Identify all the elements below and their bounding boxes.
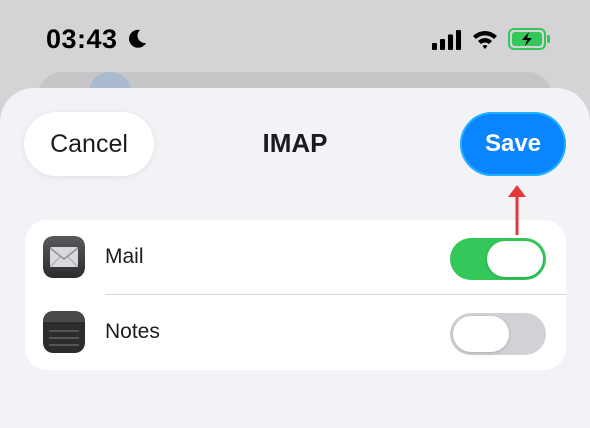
page-title: IMAP bbox=[262, 128, 328, 158]
save-button[interactable]: Save bbox=[460, 112, 566, 176]
notes-toggle-knob bbox=[453, 316, 509, 352]
mail-label: Mail bbox=[105, 245, 144, 268]
mail-app-icon bbox=[43, 236, 85, 278]
wifi-icon bbox=[473, 31, 497, 49]
notes-app-icon bbox=[43, 311, 85, 353]
list-item-notes: Notes bbox=[25, 295, 566, 370]
moon-icon bbox=[129, 29, 146, 48]
settings-list: Mail Notes bbox=[25, 220, 566, 370]
imap-sheet: Cancel IMAP Save Mail Notes bbox=[0, 88, 590, 428]
status-time: 03:43 bbox=[46, 24, 118, 54]
cancel-button[interactable]: Cancel bbox=[24, 112, 154, 176]
list-item-mail: Mail bbox=[25, 220, 566, 295]
notes-label: Notes bbox=[105, 320, 160, 343]
cellular-signal-icon bbox=[432, 30, 461, 50]
status-bar: 03:43 bbox=[0, 0, 590, 70]
mail-toggle-knob bbox=[487, 241, 543, 277]
screen: 03:43 Cancel IMAP Save Mail Notes bbox=[0, 0, 590, 428]
mail-toggle[interactable] bbox=[450, 238, 546, 280]
battery-charging-icon bbox=[508, 28, 550, 50]
arrow-annotation-icon bbox=[508, 185, 526, 235]
nav-bar: Cancel IMAP Save bbox=[0, 88, 590, 208]
notes-toggle[interactable] bbox=[450, 313, 546, 355]
